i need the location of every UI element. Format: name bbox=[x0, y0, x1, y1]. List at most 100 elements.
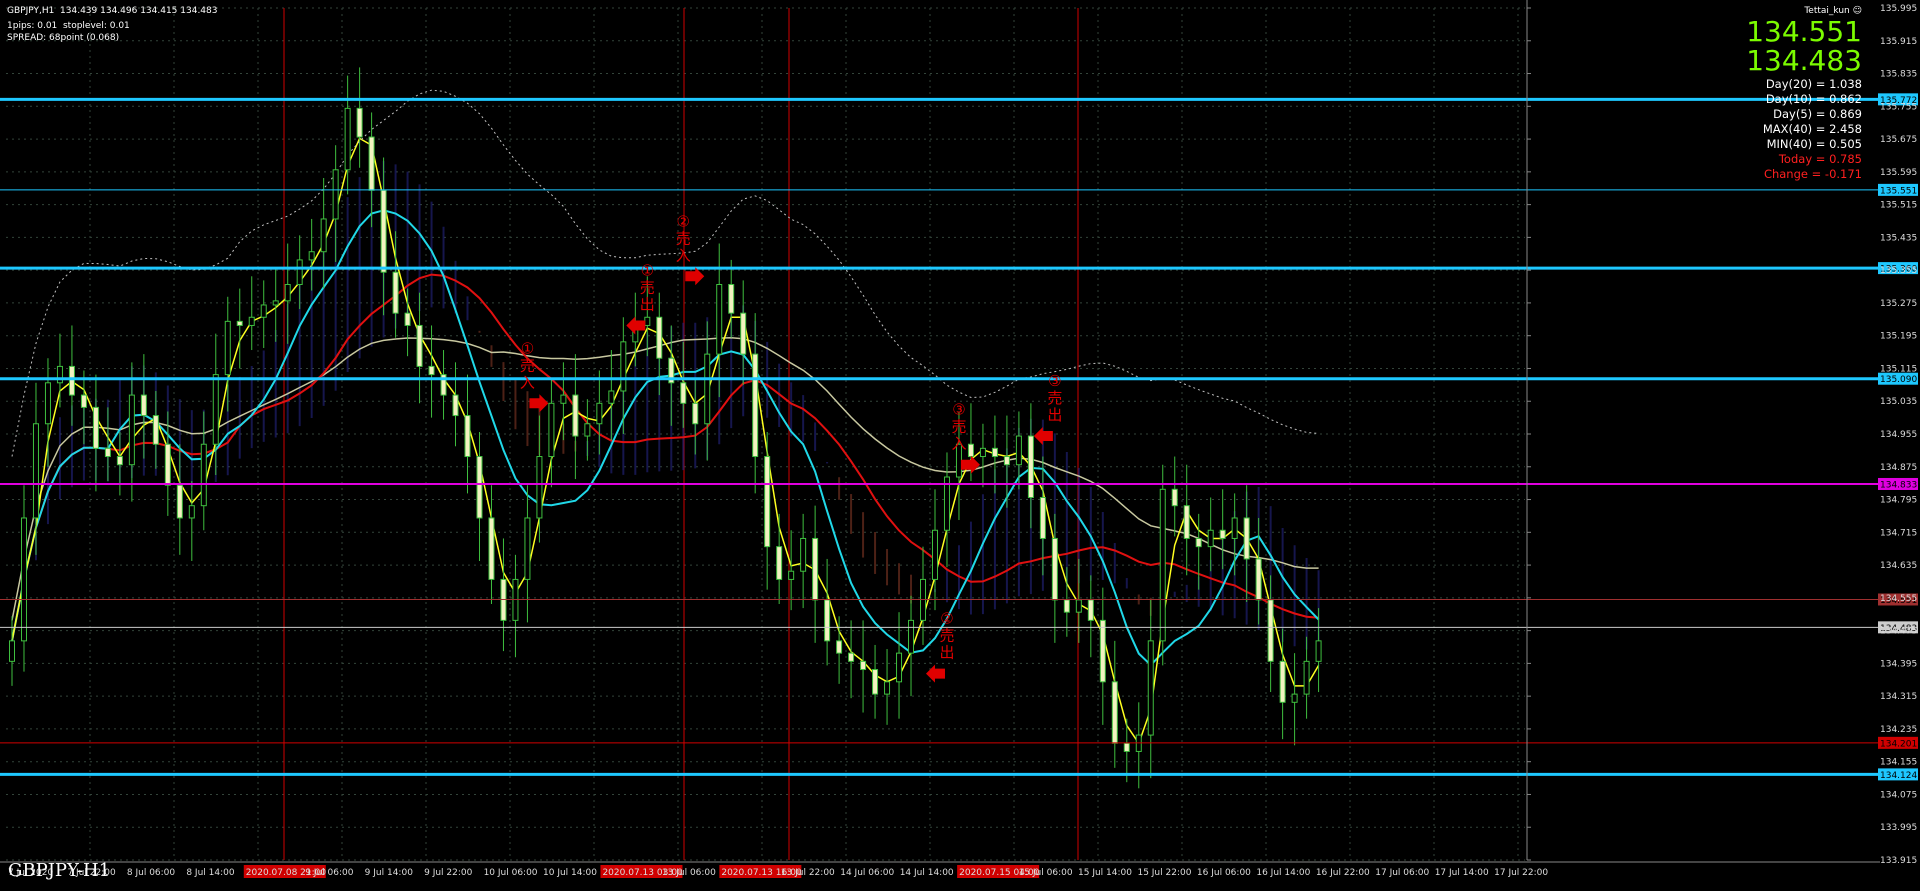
level-label: 135.551 bbox=[1880, 186, 1917, 196]
candle-body bbox=[704, 353, 711, 425]
candle-body bbox=[344, 107, 351, 171]
candle-body bbox=[1051, 537, 1058, 601]
candle-body bbox=[320, 218, 327, 253]
chart-watermark: GBPJPY-H1 bbox=[8, 860, 111, 881]
x-tick-label: 13 Jul 22:00 bbox=[781, 868, 835, 878]
x-tick-label: 8 Jul 06:00 bbox=[127, 868, 176, 878]
y-tick-label: 135.595 bbox=[1880, 168, 1917, 178]
candle-body bbox=[812, 537, 819, 601]
candle-body bbox=[1039, 496, 1046, 539]
candle-body bbox=[20, 517, 27, 642]
candle-body bbox=[524, 517, 531, 580]
candle-body bbox=[212, 374, 219, 445]
candle-body bbox=[1027, 435, 1034, 498]
candle-body bbox=[1315, 640, 1322, 662]
candle-body bbox=[1015, 435, 1022, 466]
trade-annotation-char: 入 bbox=[676, 246, 691, 264]
trade-annotation-char: 売 bbox=[640, 278, 655, 296]
candle-body bbox=[1123, 742, 1130, 752]
candle-body bbox=[176, 484, 183, 519]
candle-body bbox=[824, 599, 831, 642]
candle-body bbox=[248, 316, 255, 326]
level-label: 134.124 bbox=[1880, 771, 1917, 781]
candle-body bbox=[308, 251, 315, 261]
candle-body bbox=[332, 169, 339, 220]
candle-body bbox=[991, 447, 998, 458]
candle-body bbox=[740, 312, 747, 355]
price-hud: Tettai_kun ☺ 134.551 134.483 Day(20) = 1… bbox=[1746, 6, 1862, 182]
candle-body bbox=[224, 320, 231, 376]
y-tick-label: 134.955 bbox=[1880, 430, 1917, 440]
candle-body bbox=[692, 402, 699, 425]
candle-body bbox=[188, 505, 195, 519]
x-tick-label: 17 Jul 14:00 bbox=[1435, 868, 1489, 878]
y-tick-label: 134.235 bbox=[1880, 725, 1917, 735]
candle-body bbox=[1195, 537, 1202, 548]
y-tick-label: 135.355 bbox=[1880, 266, 1917, 276]
trade-annotation-char: 出 bbox=[1047, 406, 1062, 424]
candle-body bbox=[392, 271, 399, 314]
candle-body bbox=[931, 529, 938, 580]
y-tick-label: 135.435 bbox=[1880, 233, 1917, 243]
spread-info: SPREAD: 68point (0.068) bbox=[7, 33, 120, 43]
candle-body bbox=[452, 394, 459, 417]
bid-price: 134.551 bbox=[1746, 15, 1862, 48]
price-chart[interactable]: 135.772135.551135.360135.090134.833134.5… bbox=[0, 0, 1920, 891]
candle-body bbox=[776, 546, 783, 580]
stat-line: Change = -0.171 bbox=[1763, 167, 1862, 181]
candle-body bbox=[260, 304, 267, 318]
stats-list: Day(20) = 1.038 Day(10) = 0.862 Day(5) = 0… bbox=[1746, 77, 1862, 182]
x-tick-label: 13 Jul 06:00 bbox=[662, 868, 716, 878]
y-tick-label: 134.555 bbox=[1880, 594, 1917, 604]
x-tick-label: 14 Jul 14:00 bbox=[900, 868, 954, 878]
candle-body bbox=[1183, 505, 1190, 539]
x-tick-label: 16 Jul 06:00 bbox=[1197, 868, 1251, 878]
trade-annotation-char: 売 bbox=[520, 356, 535, 374]
stat-line: MIN(40) = 0.505 bbox=[1766, 137, 1862, 151]
candle-body bbox=[1267, 599, 1274, 662]
candle-body bbox=[1087, 599, 1094, 621]
candle-body bbox=[1171, 488, 1178, 507]
y-tick-label: 134.395 bbox=[1880, 659, 1917, 669]
trade-annotation-char: ① bbox=[641, 261, 654, 279]
y-tick-label: 135.995 bbox=[1880, 4, 1917, 14]
candle-body bbox=[9, 640, 15, 662]
y-tick-label: 134.475 bbox=[1880, 627, 1917, 637]
level-label: 134.833 bbox=[1880, 480, 1917, 490]
candle-body bbox=[56, 365, 63, 384]
x-tick-label: 15 Jul 14:00 bbox=[1078, 868, 1132, 878]
y-tick-label: 134.795 bbox=[1880, 496, 1917, 506]
trade-annotation-char: 売 bbox=[951, 418, 966, 436]
candle-body bbox=[80, 394, 87, 408]
candle-body bbox=[128, 394, 135, 466]
candle-body bbox=[32, 423, 39, 519]
candle-body bbox=[728, 283, 735, 314]
trade-annotation-char: 売 bbox=[1047, 389, 1062, 407]
trade-annotation-char: 売 bbox=[676, 229, 691, 247]
trade-annotation-char: ② bbox=[677, 212, 690, 230]
y-tick-label: 134.635 bbox=[1880, 561, 1917, 571]
candle-body bbox=[356, 107, 363, 138]
candle-body bbox=[884, 681, 891, 695]
trade-annotation-char: 売 bbox=[939, 627, 954, 645]
candle-body bbox=[1099, 619, 1106, 683]
candle-body bbox=[1231, 517, 1238, 539]
y-tick-label: 135.195 bbox=[1880, 332, 1917, 342]
candle-body bbox=[836, 640, 843, 654]
candle-body bbox=[896, 652, 903, 683]
candle-body bbox=[644, 316, 651, 326]
y-tick-label: 134.155 bbox=[1880, 758, 1917, 768]
candle-body bbox=[428, 365, 435, 376]
candle-body bbox=[1075, 599, 1082, 613]
y-tick-label: 135.835 bbox=[1880, 70, 1917, 80]
ask-price: 134.483 bbox=[1746, 44, 1862, 77]
candle-body bbox=[1303, 660, 1310, 695]
candle-body bbox=[764, 456, 771, 548]
candle-body bbox=[1159, 488, 1166, 642]
x-tick-label: 15 Jul 06:00 bbox=[1019, 868, 1073, 878]
symbol-info: GBPJPY,H1 134.439 134.496 134.415 134.48… bbox=[7, 6, 218, 16]
stat-line: MAX(40) = 2.458 bbox=[1762, 122, 1862, 136]
candle-body bbox=[104, 447, 111, 458]
x-tick-label: 9 Jul 22:00 bbox=[424, 868, 473, 878]
trade-annotation-char: 入 bbox=[520, 373, 535, 391]
